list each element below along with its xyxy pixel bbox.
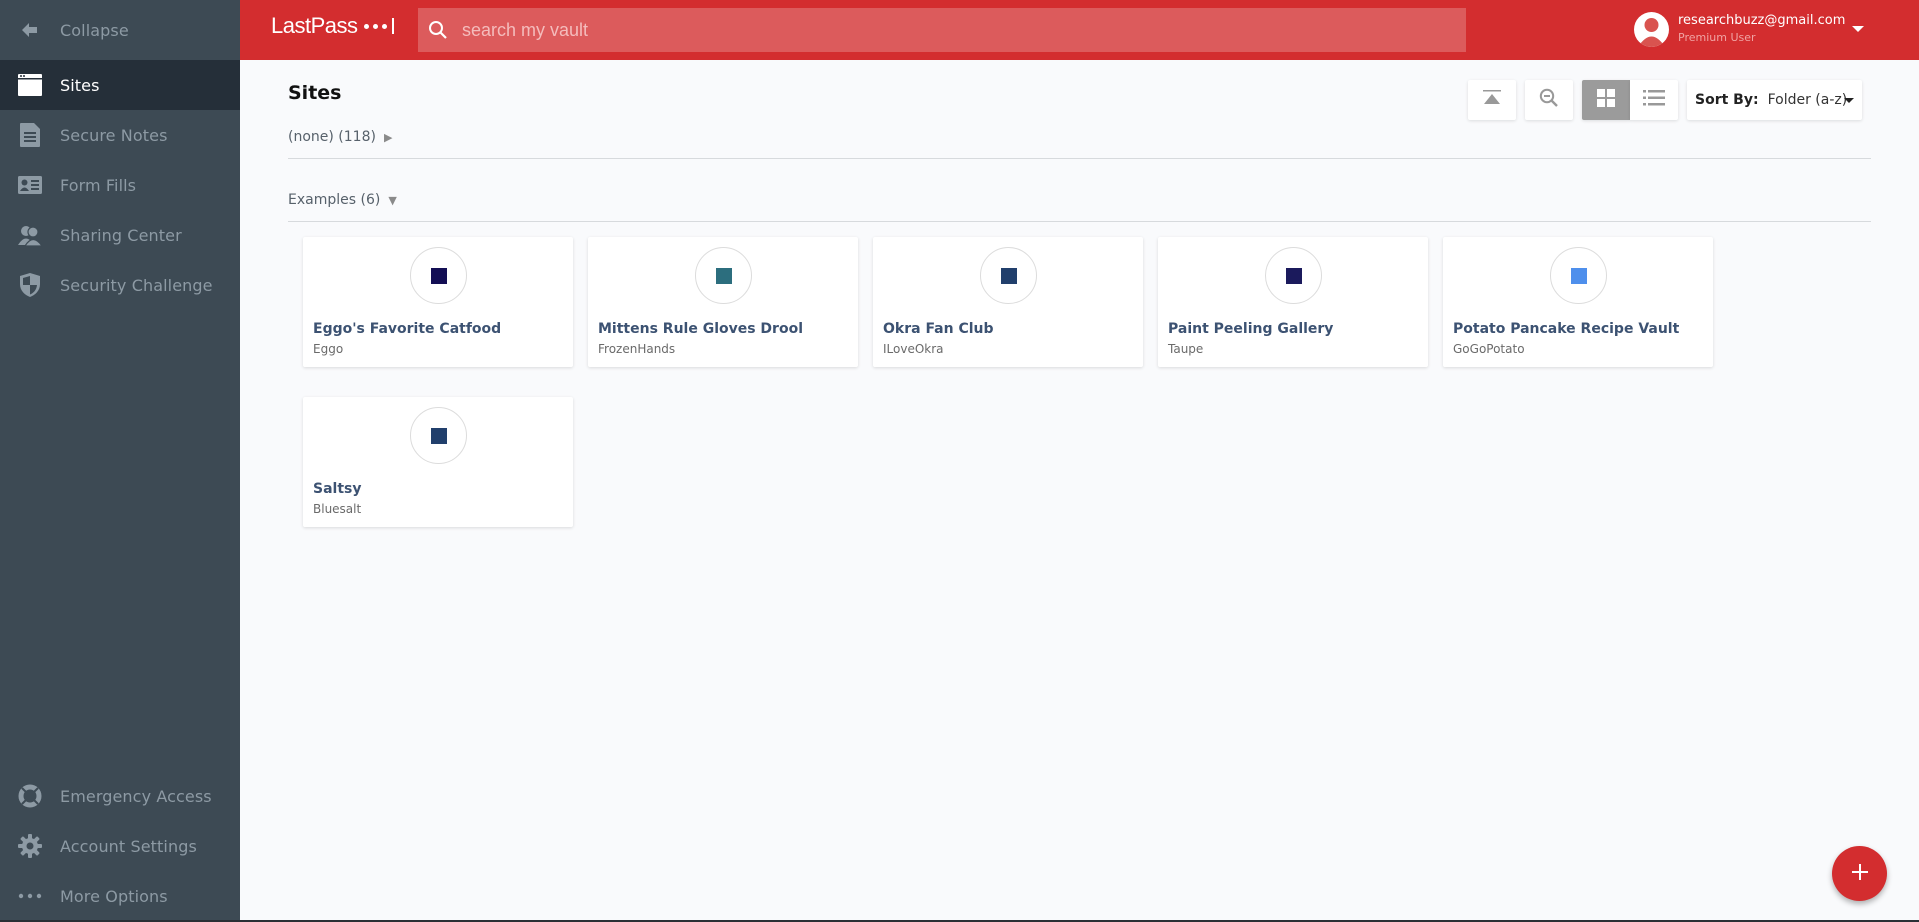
- sidebar-collapse[interactable]: Collapse: [0, 5, 240, 55]
- sidebar-item-label: Form Fills: [60, 175, 137, 195]
- grid-view-icon: [1597, 89, 1615, 111]
- site-favicon: [1550, 247, 1607, 304]
- site-color-icon: [430, 267, 447, 284]
- sidebar-item-label: Sharing Center: [60, 225, 182, 245]
- logo-dots-icon: [363, 23, 387, 29]
- sidebar-item-form-fills[interactable]: Form Fills: [0, 160, 240, 210]
- gear-icon: [18, 834, 42, 858]
- sidebar-item-label: Sites: [60, 75, 100, 95]
- sidebar-item-more-options[interactable]: More Options: [0, 871, 240, 921]
- folder-none[interactable]: (none) (118) ▶: [288, 129, 392, 145]
- lastpass-logo[interactable]: LastPass: [271, 13, 394, 39]
- sort-dropdown[interactable]: Sort By: Folder (a-z): [1687, 80, 1862, 120]
- site-name: Mittens Rule Gloves Drool: [598, 321, 803, 337]
- grid-view-button[interactable]: [1582, 80, 1630, 120]
- site-name: Paint Peeling Gallery: [1168, 321, 1334, 337]
- site-color-icon: [1570, 267, 1587, 284]
- list-view-icon: [1643, 90, 1665, 110]
- site-color-icon: [430, 427, 447, 444]
- site-favicon: [980, 247, 1037, 304]
- collapse-all-button[interactable]: [1468, 80, 1516, 120]
- folder-label: Examples (6): [288, 192, 381, 208]
- sidebar-collapse-label: Collapse: [60, 20, 129, 40]
- sidebar: Collapse Sites Secure Notes Form Fills S…: [0, 0, 240, 922]
- site-card[interactable]: Paint Peeling Gallery Taupe: [1158, 237, 1428, 367]
- site-color-icon: [715, 267, 732, 284]
- site-card[interactable]: Eggo's Favorite Catfood Eggo: [303, 237, 573, 367]
- search-icon: [428, 20, 448, 40]
- id-card-icon: [18, 173, 42, 197]
- sidebar-item-label: Emergency Access: [60, 786, 212, 806]
- sidebar-item-label: Account Settings: [60, 836, 197, 856]
- site-username: Taupe: [1168, 342, 1204, 356]
- site-username: GoGoPotato: [1453, 342, 1525, 356]
- site-name: Potato Pancake Recipe Vault: [1453, 321, 1680, 337]
- arrow-left-icon: [18, 18, 42, 42]
- sidebar-item-label: More Options: [60, 886, 168, 906]
- site-color-icon: [1285, 267, 1302, 284]
- users-icon: [18, 223, 42, 247]
- site-favicon: [695, 247, 752, 304]
- page-title: Sites: [288, 82, 342, 104]
- sort-value: Folder (a-z): [1767, 92, 1848, 108]
- sidebar-item-secure-notes[interactable]: Secure Notes: [0, 110, 240, 160]
- sidebar-item-emergency-access[interactable]: Emergency Access: [0, 771, 240, 821]
- folder-examples[interactable]: Examples (6) ▼: [288, 192, 397, 208]
- document-icon: [18, 123, 42, 147]
- top-header: LastPass researchbuzz@gmail.com Premium …: [240, 0, 1919, 60]
- site-favicon: [410, 407, 467, 464]
- site-name: Eggo's Favorite Catfood: [313, 321, 502, 337]
- add-item-button[interactable]: [1832, 846, 1887, 901]
- more-dots-icon: [18, 884, 42, 908]
- site-card[interactable]: Okra Fan Club ILoveOkra: [873, 237, 1143, 367]
- site-username: FrozenHands: [598, 342, 676, 356]
- site-card[interactable]: Mittens Rule Gloves Drool FrozenHands: [588, 237, 858, 367]
- user-role: Premium User: [1678, 31, 1756, 44]
- site-username: ILoveOkra: [883, 342, 944, 356]
- zoom-out-icon: [1539, 88, 1559, 112]
- search-input[interactable]: [462, 8, 1452, 52]
- site-card[interactable]: Potato Pancake Recipe Vault GoGoPotato: [1443, 237, 1713, 367]
- avatar: [1634, 12, 1669, 47]
- sidebar-item-security-challenge[interactable]: Security Challenge: [0, 260, 240, 310]
- site-color-icon: [1000, 267, 1017, 284]
- collapse-all-icon: [1483, 90, 1501, 110]
- lifebuoy-icon: [18, 784, 42, 808]
- user-menu[interactable]: researchbuzz@gmail.com Premium User: [1634, 0, 1894, 60]
- site-card[interactable]: Saltsy Bluesalt: [303, 397, 573, 527]
- chevron-down-icon: [1852, 26, 1864, 32]
- sidebar-item-label: Security Challenge: [60, 275, 213, 295]
- site-username: Bluesalt: [313, 502, 362, 516]
- site-favicon: [1265, 247, 1322, 304]
- logo-text: LastPass: [271, 13, 358, 38]
- folder-label: (none) (118): [288, 129, 376, 145]
- site-favicon: [410, 247, 467, 304]
- zoom-out-button[interactable]: [1525, 80, 1573, 120]
- sidebar-item-sharing-center[interactable]: Sharing Center: [0, 210, 240, 260]
- caret-down-icon: ▼: [388, 193, 397, 207]
- caret-right-icon: ▶: [383, 130, 393, 144]
- logo-cursor-icon: [391, 18, 394, 34]
- site-username: Eggo: [313, 342, 344, 356]
- sidebar-item-label: Secure Notes: [60, 125, 168, 145]
- sidebar-item-account-settings[interactable]: Account Settings: [0, 821, 240, 871]
- add-icon: [1851, 863, 1869, 885]
- search-bar: [418, 8, 1466, 52]
- shield-icon: [18, 273, 42, 297]
- folder-divider: [288, 221, 1871, 222]
- site-name: Saltsy: [313, 481, 362, 497]
- browser-window-icon: [18, 73, 42, 97]
- chevron-down-icon: [1844, 98, 1854, 103]
- sort-label: Sort By:: [1695, 92, 1759, 108]
- site-name: Okra Fan Club: [883, 321, 994, 337]
- sidebar-item-sites[interactable]: Sites: [0, 60, 240, 110]
- folder-divider: [288, 158, 1871, 159]
- list-view-button[interactable]: [1630, 80, 1678, 120]
- user-email: researchbuzz@gmail.com: [1678, 13, 1846, 28]
